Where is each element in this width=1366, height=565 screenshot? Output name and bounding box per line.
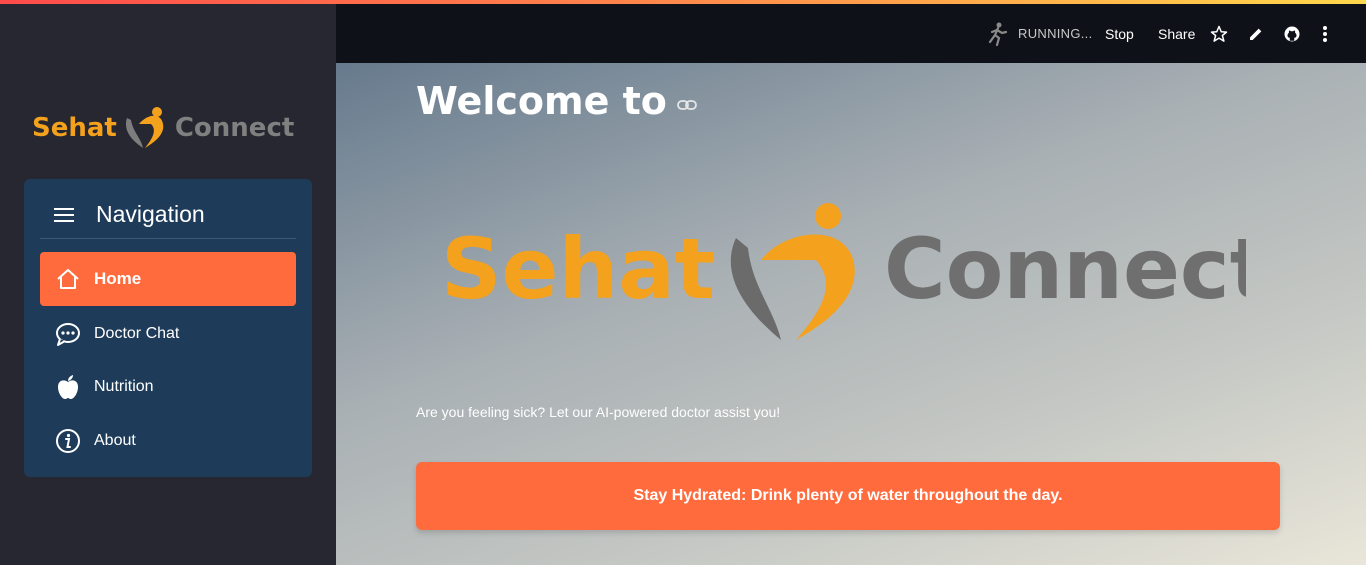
sidebar-item-label: Home <box>94 269 142 288</box>
hamburger-menu-icon[interactable] <box>54 204 74 226</box>
main-content: Welcome to Sehat Connect Are you feeling… <box>336 63 1366 565</box>
apple-icon <box>54 373 82 401</box>
hero-word-sehat: Sehat <box>441 220 715 318</box>
anchor-link-icon[interactable] <box>676 99 697 111</box>
hero-logo: Sehat Connect <box>441 203 1246 340</box>
tagline-text: Are you feeling sick? Let our AI-powered… <box>416 404 781 420</box>
home-icon <box>54 265 82 293</box>
chat-bubble-icon <box>54 320 82 348</box>
info-icon <box>54 427 82 455</box>
star-icon[interactable] <box>1210 4 1228 63</box>
running-status-text: RUNNING... <box>1018 26 1093 41</box>
pencil-icon[interactable] <box>1248 4 1264 63</box>
page-title: Welcome to <box>416 79 667 123</box>
navigation-title: Navigation <box>96 201 205 227</box>
health-tip-text: Stay Hydrated: Drink plenty of water thr… <box>633 487 1063 504</box>
sidebar-item-label: Nutrition <box>94 378 154 395</box>
heart-hands-icon <box>730 203 855 340</box>
heart-hands-icon <box>125 107 164 148</box>
stop-button-label: Stop <box>1105 25 1134 42</box>
welcome-heading: Welcome to <box>416 79 697 123</box>
health-tip-banner: Stay Hydrated: Drink plenty of water thr… <box>416 462 1280 530</box>
sidebar-item-label: About <box>94 432 136 449</box>
running-status: RUNNING... <box>986 4 1093 63</box>
top-decoration-stripe <box>0 0 1366 4</box>
share-button-label: Share <box>1158 25 1196 42</box>
hero-word-connect: Connect <box>884 220 1246 318</box>
sidebar-item-home[interactable]: Home <box>40 252 296 306</box>
sidebar: Sehat Connect Navigation Home Doctor Cha… <box>0 4 336 565</box>
sidebar-logo: Sehat Connect <box>32 104 294 152</box>
navigation-header: Navigation <box>40 191 296 239</box>
sidebar-item-doctor-chat[interactable]: Doctor Chat <box>40 307 296 361</box>
logo-word-connect: Connect <box>174 113 295 143</box>
kebab-menu-icon[interactable] <box>1322 4 1328 63</box>
running-man-icon <box>988 22 1008 46</box>
github-icon[interactable] <box>1283 4 1301 63</box>
share-button[interactable]: Share <box>1158 4 1195 63</box>
logo-word-sehat: Sehat <box>32 113 117 143</box>
sidebar-item-label: Doctor Chat <box>94 325 180 342</box>
sidebar-item-nutrition[interactable]: Nutrition <box>40 360 296 414</box>
sidebar-item-about[interactable]: About <box>40 414 296 468</box>
app-header: RUNNING... Stop Share <box>336 4 1366 63</box>
navigation-panel: Navigation Home Doctor Chat Nutrition Ab <box>24 179 312 477</box>
stop-button[interactable]: Stop <box>1105 4 1134 63</box>
